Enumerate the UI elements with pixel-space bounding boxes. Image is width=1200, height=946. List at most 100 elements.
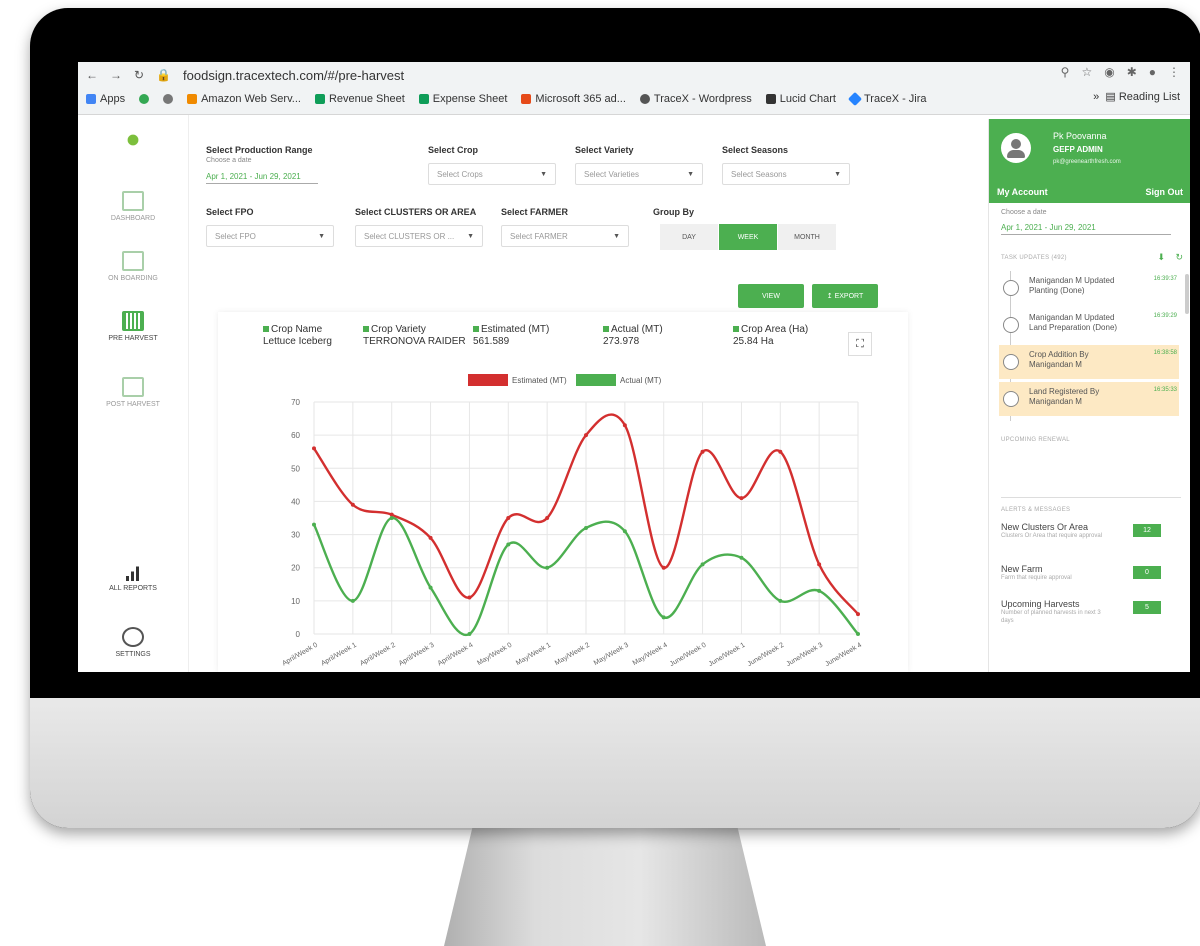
export-button[interactable]: ↥ EXPORT bbox=[812, 284, 878, 308]
profile-icon[interactable]: ● bbox=[1149, 65, 1156, 79]
data-point bbox=[856, 612, 860, 617]
menu-icon[interactable]: ⋮ bbox=[1168, 65, 1180, 79]
bookmark-jira[interactable]: TraceX - Jira bbox=[847, 91, 927, 107]
data-point bbox=[584, 525, 588, 530]
onboarding-icon bbox=[122, 251, 144, 271]
data-point bbox=[817, 588, 822, 593]
feed-scrollbar[interactable] bbox=[1185, 274, 1189, 314]
bookmark-microsoft[interactable]: Microsoft 365 ad... bbox=[521, 93, 626, 105]
shovel-icon bbox=[1003, 317, 1019, 333]
crop-select[interactable]: Select Crops ▼ bbox=[428, 163, 556, 185]
data-point bbox=[506, 542, 511, 547]
list-item[interactable]: Crop Addition By Manigandan M 16:38:58 bbox=[999, 345, 1179, 379]
data-point bbox=[467, 632, 472, 636]
x-tick-label: June/Week 1 bbox=[708, 642, 747, 668]
production-range-sub: Choose a date bbox=[206, 157, 252, 164]
farmer-select[interactable]: Select FARMER ▼ bbox=[501, 225, 629, 247]
fpo-label: Select FPO bbox=[206, 207, 254, 217]
data-point bbox=[661, 565, 666, 570]
sidebar-item-post-harvest[interactable]: POST HARVEST bbox=[78, 377, 188, 409]
bookmark-wordpress[interactable]: TraceX - Wordpress bbox=[639, 93, 752, 105]
sign-out-link[interactable]: Sign Out bbox=[1146, 187, 1184, 197]
sidebar-item-pre-harvest[interactable]: PRE HARVEST bbox=[78, 311, 188, 343]
sidebar-item-onboarding[interactable]: ON BOARDING bbox=[78, 251, 188, 283]
avatar[interactable] bbox=[1001, 133, 1031, 163]
view-button[interactable]: VIEW bbox=[738, 284, 804, 308]
reload-icon[interactable]: ↻ bbox=[134, 68, 144, 82]
seasons-select[interactable]: Select Seasons ▼ bbox=[722, 163, 850, 185]
field-icon bbox=[1003, 391, 1019, 407]
bookmark-expense[interactable]: Expense Sheet bbox=[418, 93, 507, 105]
fpo-select[interactable]: Select FPO ▼ bbox=[206, 225, 334, 247]
puzzle-icon[interactable]: ✱ bbox=[1127, 65, 1137, 79]
address-bar[interactable]: ← → ↻ 🔒 foodsign.tracextech.com/#/pre-ha… bbox=[86, 65, 404, 85]
farmer-label: Select FARMER bbox=[501, 207, 569, 217]
sidebar-item-all-reports[interactable]: ALL REPORTS bbox=[78, 565, 188, 593]
alerts-title: ALERTS & MESSAGES bbox=[1001, 507, 1071, 513]
x-tick-label: June/Week 3 bbox=[785, 642, 824, 668]
download-icon[interactable]: ⬇ bbox=[1157, 252, 1165, 263]
x-tick-label: April/Week 1 bbox=[320, 642, 358, 668]
my-account-link[interactable]: My Account bbox=[997, 187, 1048, 197]
group-by-month[interactable]: MONTH bbox=[778, 224, 836, 250]
data-point bbox=[312, 446, 316, 451]
variety-select[interactable]: Select Varieties ▼ bbox=[575, 163, 703, 185]
apps-icon bbox=[86, 94, 96, 104]
clusters-select[interactable]: Select CLUSTERS OR ... ▼ bbox=[355, 225, 483, 247]
bookmark-lucid[interactable]: Lucid Chart bbox=[765, 93, 836, 105]
back-icon[interactable]: ← bbox=[86, 68, 98, 82]
star-icon[interactable]: ☆ bbox=[1081, 65, 1092, 79]
data-point bbox=[545, 516, 550, 520]
data-point bbox=[467, 595, 472, 600]
data-point bbox=[739, 496, 744, 501]
line-chart: 010203040506070April/Week 0 April/Week 1A… bbox=[281, 374, 863, 668]
y-tick-label: 30 bbox=[291, 531, 300, 540]
refresh-icon[interactable]: ↻ bbox=[1175, 252, 1183, 263]
group-by-day[interactable]: DAY bbox=[660, 224, 718, 250]
key-icon[interactable]: ⚲ bbox=[1061, 65, 1070, 79]
sidebar-item-dashboard[interactable]: DASHBOARD bbox=[78, 191, 188, 223]
message-item[interactable]: New Farm Farm that require approval 0 bbox=[1001, 564, 1181, 582]
x-tick-label: May/Week 4 bbox=[632, 642, 669, 668]
reading-list[interactable]: » ▤ Reading List bbox=[1093, 90, 1180, 103]
sidebar-item-settings[interactable]: SETTINGS bbox=[78, 627, 188, 659]
count-badge: 12 bbox=[1133, 524, 1161, 537]
data-point bbox=[622, 529, 627, 534]
url-text[interactable]: foodsign.tracextech.com/#/pre-harvest bbox=[183, 68, 404, 83]
bookmark-apps[interactable]: Apps bbox=[86, 93, 125, 105]
message-item[interactable]: Upcoming Harvests Number of planned harve… bbox=[1001, 599, 1181, 625]
extension-icon[interactable]: ◉ bbox=[1104, 65, 1114, 79]
bookmark-aws[interactable]: Amazon Web Serv... bbox=[187, 93, 301, 105]
bookmark-revenue[interactable]: Revenue Sheet bbox=[314, 93, 405, 105]
lock-icon: 🔒 bbox=[156, 68, 172, 82]
chart-card: Crop Name Lettuce Iceberg Crop Variety TER… bbox=[218, 312, 908, 672]
caret-down-icon: ▼ bbox=[687, 170, 694, 178]
y-tick-label: 10 bbox=[291, 597, 300, 606]
globe-icon bbox=[163, 94, 174, 104]
dashboard-icon bbox=[122, 191, 144, 211]
hourglass-icon bbox=[1003, 280, 1019, 296]
message-item[interactable]: New Clusters Or Area Clusters Or Area tha… bbox=[1001, 522, 1181, 540]
production-range-input[interactable]: Apr 1, 2021 - Jun 29, 2021 bbox=[206, 172, 318, 184]
account-header: Pk Poovanna GEFP ADMIN pk@greenearthfres… bbox=[989, 119, 1190, 203]
account-panel: Pk Poovanna GEFP ADMIN pk@greenearthfres… bbox=[988, 119, 1190, 672]
group-by-week[interactable]: WEEK bbox=[719, 224, 777, 250]
gear-icon bbox=[122, 627, 144, 647]
panel-date-sub: Choose a date bbox=[1001, 209, 1047, 216]
list-item[interactable]: Land Registered By Manigandan M 16:35:33 bbox=[999, 382, 1179, 416]
panel-date-input[interactable]: Apr 1, 2021 - Jun 29, 2021 bbox=[1001, 223, 1171, 235]
group-by-label: Group By bbox=[653, 207, 695, 217]
upload-icon: ↥ bbox=[826, 293, 835, 300]
forward-icon[interactable]: → bbox=[110, 68, 122, 82]
monitor-frame: ← → ↻ 🔒 foodsign.tracextech.com/#/pre-ha… bbox=[30, 8, 1200, 828]
caret-down-icon: ▼ bbox=[318, 232, 325, 240]
circle-icon bbox=[139, 94, 150, 104]
app-logo[interactable] bbox=[78, 131, 188, 149]
aws-icon bbox=[187, 94, 198, 104]
logo-icon bbox=[124, 131, 142, 149]
x-tick-label: May/Week 2 bbox=[554, 642, 591, 668]
bookmark-icon-a[interactable] bbox=[139, 94, 150, 104]
list-item[interactable]: Manigandan M Updated Planting (Done) 16:3… bbox=[999, 271, 1179, 305]
list-item[interactable]: Manigandan M Updated Land Preparation (D… bbox=[999, 308, 1179, 342]
bookmark-icon-b[interactable] bbox=[163, 94, 174, 104]
